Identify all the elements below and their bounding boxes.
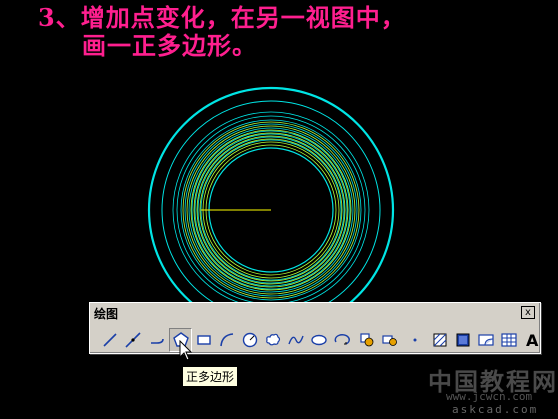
arc-button[interactable] xyxy=(215,328,238,352)
toolbar-button-row: A xyxy=(98,328,543,352)
circle-button[interactable] xyxy=(238,328,261,352)
hatch-button[interactable] xyxy=(428,328,451,352)
arc-icon xyxy=(219,333,233,347)
caption: 3、增加点变化，在另一视图中， 画一正多边形。 xyxy=(38,4,406,60)
construction-line-button[interactable] xyxy=(121,328,144,352)
svg-text:A: A xyxy=(526,331,539,349)
revision-cloud-button[interactable] xyxy=(261,328,284,352)
toolbar-title: 绘图 xyxy=(94,307,119,321)
tooltip: 正多边形 xyxy=(182,366,239,387)
multiline-text-icon: A xyxy=(526,331,539,349)
insert-block-icon xyxy=(359,333,373,347)
point-button[interactable] xyxy=(403,328,426,352)
toolbar-close-button[interactable]: x xyxy=(521,306,535,319)
rectangle-button[interactable] xyxy=(192,328,215,352)
polyline-button[interactable] xyxy=(146,328,169,352)
make-block-button[interactable] xyxy=(378,328,401,352)
table-icon xyxy=(500,333,517,347)
multiline-text-button[interactable]: A xyxy=(520,328,543,352)
draw-toolbar[interactable]: 绘图 x A xyxy=(89,302,541,354)
drawing-canvas[interactable] xyxy=(0,0,558,419)
table-button[interactable] xyxy=(497,328,520,352)
ellipse-icon xyxy=(310,334,327,346)
caption-line-1: 3、增加点变化，在另一视图中， xyxy=(38,3,406,32)
hatch-icon xyxy=(433,333,446,347)
polyline-icon xyxy=(150,338,164,344)
watermark-url-2: askcad.com xyxy=(452,403,539,416)
ellipse-arc-icon xyxy=(334,334,350,345)
make-block-icon xyxy=(381,335,397,346)
region-icon xyxy=(477,334,494,346)
ellipse-button[interactable] xyxy=(307,328,330,352)
caption-line-2: 画一正多边形。 xyxy=(82,31,257,60)
revision-cloud-icon xyxy=(265,333,280,346)
ellipse-arc-button[interactable] xyxy=(330,328,353,352)
watermark-url-1: www.jcwcn.com xyxy=(446,390,533,403)
region-button[interactable] xyxy=(474,328,497,352)
line-icon xyxy=(102,333,117,347)
construction-line-icon xyxy=(124,332,141,348)
rectangle-icon xyxy=(196,335,211,345)
gradient-icon xyxy=(456,333,469,347)
point-icon xyxy=(413,338,416,342)
spline-icon xyxy=(287,335,304,345)
mouse-cursor-icon xyxy=(179,340,193,361)
spline-button[interactable] xyxy=(284,328,307,352)
line-button[interactable] xyxy=(98,328,121,352)
insert-block-button[interactable] xyxy=(355,328,378,352)
gradient-button[interactable] xyxy=(451,328,474,352)
circle-icon xyxy=(242,332,257,348)
